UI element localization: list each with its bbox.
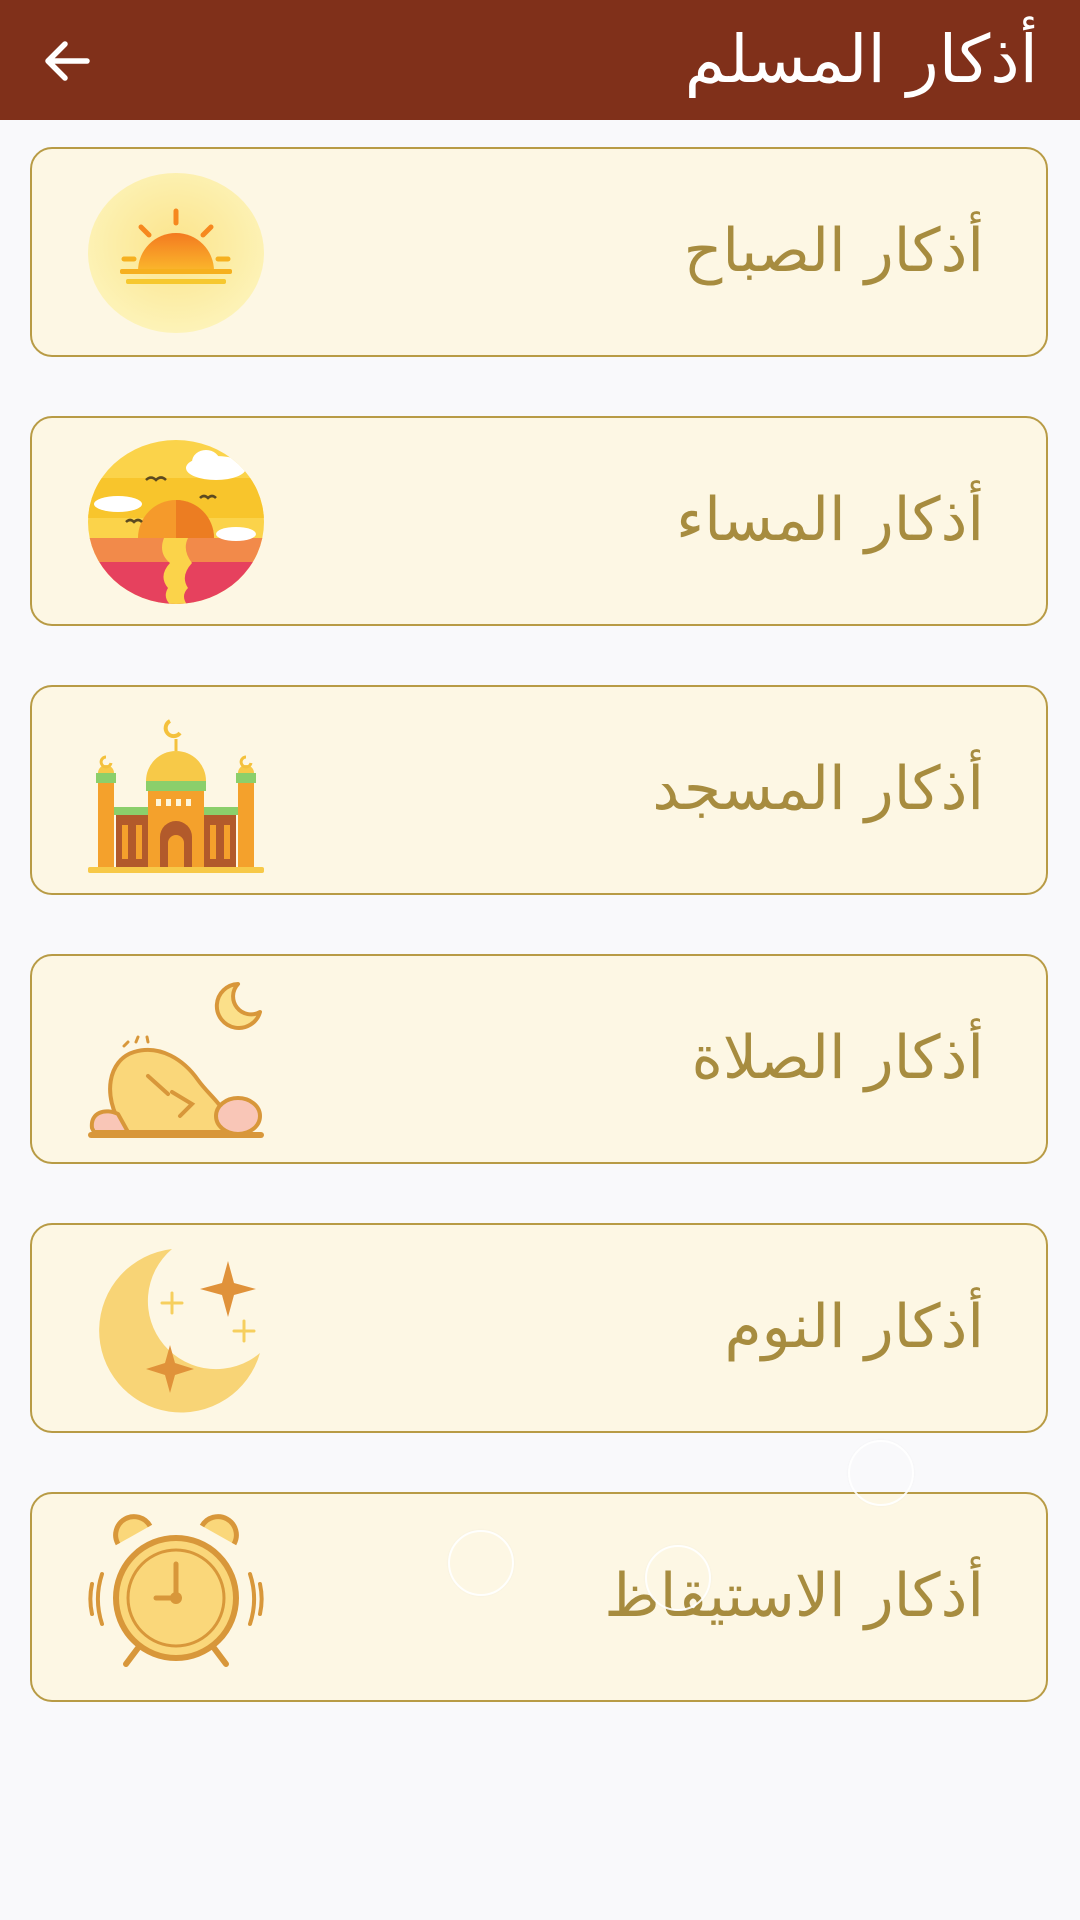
alarm-clock-icon [88,1514,264,1682]
card-label: أذكار المسجد [652,754,984,824]
arrow-back-icon [45,41,90,81]
sunset-icon [88,438,264,606]
card-evening-adhkar[interactable]: أذكار المساء [30,416,1048,626]
sunrise-icon [88,169,264,337]
page-title: أذكار المسلم [684,21,1038,98]
card-label: أذكار المساء [676,485,984,555]
card-sleep-adhkar[interactable]: أذكار النوم [30,1223,1048,1433]
card-label: أذكار النوم [724,1292,984,1362]
card-label: أذكار الصلاة [691,1023,985,1093]
mosque-icon [88,707,264,875]
moon-stars-icon [88,1245,264,1413]
card-morning-adhkar[interactable]: أذكار الصباح [30,147,1048,357]
prayer-icon [88,976,264,1144]
card-mosque-adhkar[interactable]: أذكار المسجد [30,685,1048,895]
touch-ripple [848,1440,914,1506]
app-bar: أذكار المسلم [0,0,1080,120]
card-label: أذكار الصباح [683,216,984,286]
touch-ripple [448,1530,514,1596]
card-waking-adhkar[interactable]: أذكار الاستيقاظ [30,1492,1048,1702]
back-button[interactable] [34,28,100,94]
card-prayer-adhkar[interactable]: أذكار الصلاة [30,954,1048,1164]
touch-ripple [645,1545,711,1611]
